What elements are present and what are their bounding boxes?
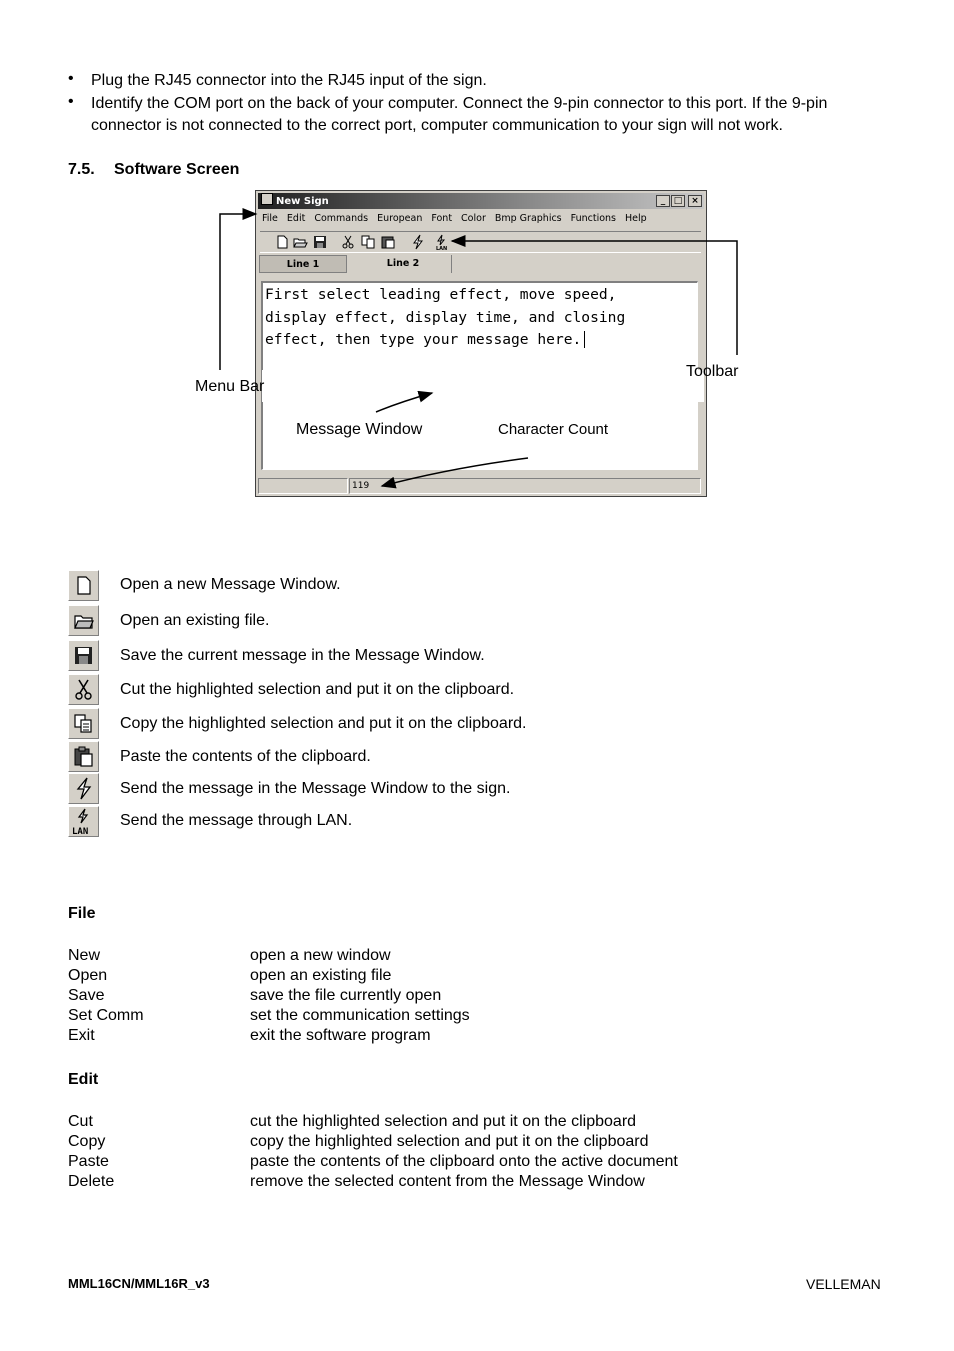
character-count: 119 — [349, 478, 701, 494]
menu-definition: open an existing file — [250, 967, 392, 984]
toolbar-item-text: Save the current message in the Message … — [120, 647, 485, 664]
status-pane — [258, 478, 348, 494]
menu-definition: paste the contents of the clipboard onto… — [250, 1153, 678, 1170]
section-title: Software Screen — [114, 161, 240, 178]
menu-term: Exit — [68, 1027, 95, 1044]
footer-model: MML16CN/MML16R_v3 — [68, 1276, 210, 1291]
toolbar-item-text: Send the message in the Message Window t… — [120, 780, 511, 797]
menu-term: Copy — [68, 1133, 106, 1150]
message-window-label: Message Window — [296, 421, 423, 438]
toolbar-item-text: Open a new Message Window. — [120, 576, 341, 593]
clipboard-paste-icon — [68, 741, 99, 772]
floppy-save-icon[interactable] — [312, 234, 328, 250]
menu-color[interactable]: Color — [461, 213, 486, 224]
menu-help[interactable]: Help — [625, 213, 647, 224]
lan-badge: LAN — [72, 827, 88, 836]
menu-functions[interactable]: Functions — [571, 213, 616, 224]
menu-bar: File Edit Commands European Font Color Bmp Gra… — [262, 211, 656, 227]
menu-term: Open — [68, 967, 108, 984]
clipboard-paste-icon[interactable] — [380, 234, 396, 250]
menu-term: New — [68, 947, 101, 964]
bullet-marker: • — [68, 70, 74, 87]
menu-european[interactable]: European — [377, 213, 422, 224]
new-document-icon — [68, 570, 99, 601]
toolbar-item-text: Copy the highlighted selection and put i… — [120, 715, 527, 732]
menu-term: Delete — [68, 1173, 115, 1190]
toolbar-item-text: Open an existing file. — [120, 612, 270, 629]
menu-definition: remove the selected content from the Mes… — [250, 1173, 645, 1190]
menu-definition: save the file currently open — [250, 987, 442, 1004]
tab-line-2[interactable]: Line 2 — [355, 255, 452, 273]
software-window: New Sign _ □ × File Edit Commands European F… — [255, 190, 707, 497]
menu-definition: copy the highlighted selection and put i… — [250, 1133, 649, 1150]
svg-text:LAN: LAN — [436, 246, 447, 250]
menu-bmp-graphics[interactable]: Bmp Graphics — [495, 213, 562, 224]
line-tabs: Line 1 Line 2 — [259, 255, 703, 275]
send-lightning-icon — [68, 773, 99, 804]
menu-commands[interactable]: Commands — [314, 213, 368, 224]
message-line: First select leading effect, move speed, — [265, 286, 617, 303]
send-lan-icon: LAN — [68, 806, 99, 837]
scissors-cut-icon — [68, 674, 99, 705]
toolbar-item-text: Paste the contents of the clipboard. — [120, 748, 371, 765]
menu-definition: cut the highlighted selection and put it… — [250, 1113, 637, 1130]
bullet-text: Plug the RJ45 connector into the RJ45 in… — [91, 72, 487, 89]
scissors-cut-icon[interactable] — [340, 234, 356, 250]
menu-bar-label: Menu Bar — [195, 378, 265, 395]
toolbar: LAN — [260, 231, 701, 253]
open-folder-icon[interactable] — [292, 234, 308, 250]
section-number: 7.5. — [68, 161, 95, 178]
menu-font[interactable]: Font — [431, 213, 452, 224]
tab-line-1[interactable]: Line 1 — [259, 255, 347, 273]
menu-definition: open a new window — [250, 947, 391, 964]
copy-icon[interactable] — [360, 234, 376, 250]
bullet-text: Identify the COM port on the back of you… — [91, 95, 828, 134]
message-line: effect, then type your message here. — [265, 329, 697, 352]
status-bar: 119 — [258, 478, 704, 494]
open-folder-icon — [68, 605, 99, 636]
send-lightning-icon[interactable] — [410, 234, 426, 250]
callout-gap — [262, 370, 704, 402]
toolbar-item-text: Send the message through LAN. — [120, 812, 353, 829]
toolbar-item-text: Cut the highlighted selection and put it… — [120, 681, 515, 698]
bullet-marker: • — [68, 93, 74, 110]
app-icon — [261, 193, 273, 205]
message-line: display effect, display time, and closin… — [265, 308, 626, 326]
menu-term: Save — [68, 987, 105, 1004]
window-title: New Sign — [276, 196, 329, 207]
menu-term: Cut — [68, 1113, 93, 1130]
close-icon[interactable]: × — [688, 195, 702, 207]
copy-icon — [68, 708, 99, 739]
menu-term: Paste — [68, 1153, 109, 1170]
floppy-save-icon — [68, 640, 99, 671]
window-titlebar: New Sign _ □ × — [258, 193, 704, 209]
minimize-icon[interactable]: _ — [656, 195, 670, 207]
menu-definition: set the communication settings — [250, 1007, 470, 1024]
toolbar-label: Toolbar — [686, 363, 739, 380]
menu-definition: exit the software program — [250, 1027, 431, 1044]
new-document-icon[interactable] — [274, 234, 290, 250]
footer-brand: VELLEMAN — [806, 1276, 881, 1292]
menu-term: Set Comm — [68, 1007, 144, 1024]
maximize-icon[interactable]: □ — [671, 195, 685, 207]
character-count-label: Character Count — [498, 421, 609, 438]
send-lan-icon[interactable]: LAN — [434, 234, 450, 250]
menu-edit[interactable]: Edit — [287, 213, 305, 224]
file-menu-heading: File — [68, 905, 96, 922]
edit-menu-heading: Edit — [68, 1071, 99, 1088]
menu-file[interactable]: File — [262, 213, 278, 224]
